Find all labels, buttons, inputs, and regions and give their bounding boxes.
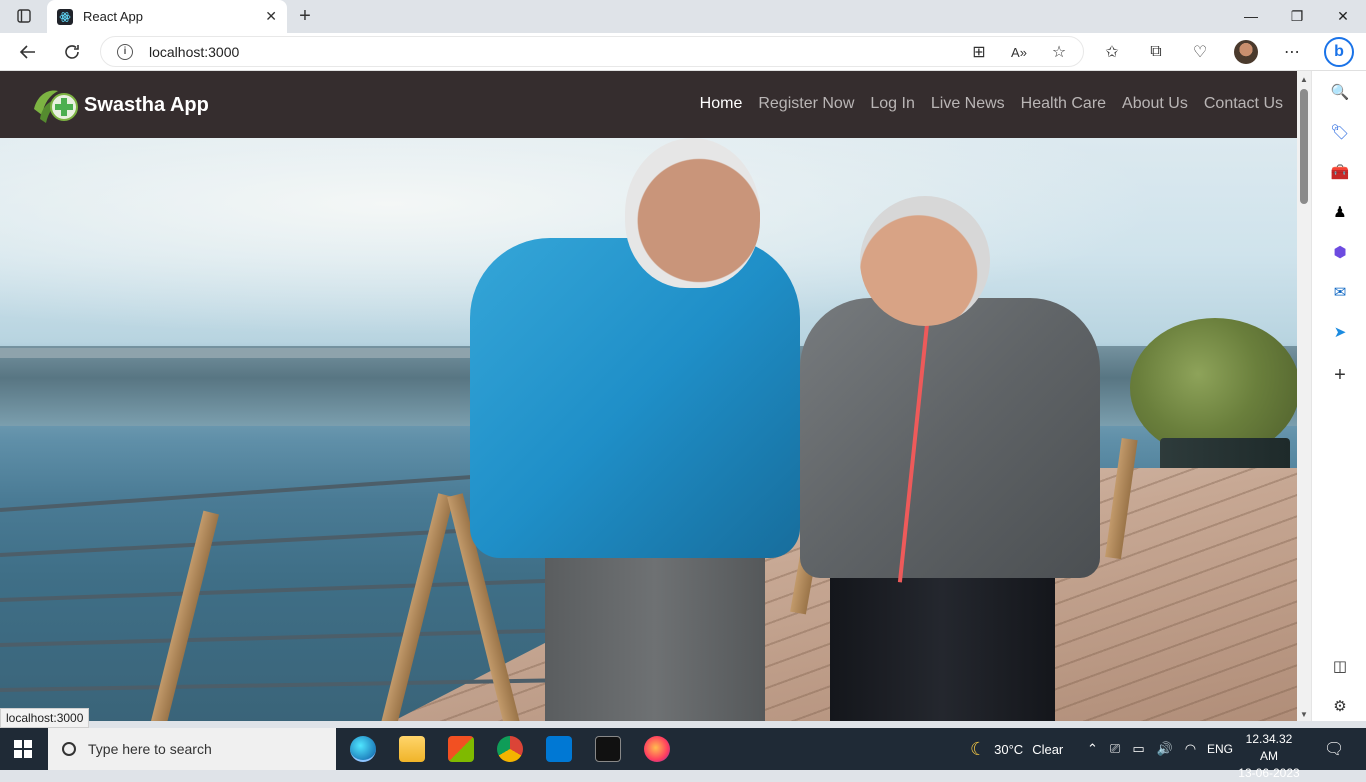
favorites-icon[interactable]: ✩ <box>1101 41 1123 63</box>
brand-name: Swastha App <box>84 93 209 116</box>
restore-icon[interactable]: ❐ <box>1274 4 1320 28</box>
taskbar-search[interactable]: Type here to search <box>48 728 336 770</box>
app-available-icon[interactable]: ⊞ <box>968 41 990 63</box>
vscode-icon[interactable] <box>546 736 572 762</box>
railing-bar <box>0 628 560 647</box>
back-icon[interactable] <box>17 41 39 63</box>
man-trousers <box>545 538 765 721</box>
sidebar-toggle-icon[interactable]: ◫ <box>1329 655 1351 677</box>
weather-temp: 30°C <box>994 741 1024 757</box>
taskbar-clock[interactable]: 12.34.32 AM 13-06-2023 <box>1238 731 1300 782</box>
browser-tab[interactable]: React App ✕ <box>47 0 287 33</box>
edge-app-icon[interactable] <box>350 736 376 762</box>
language-indicator[interactable]: ENG <box>1207 728 1233 770</box>
nav-register-now[interactable]: Register Now <box>758 95 854 113</box>
scroll-down-icon[interactable]: ▼ <box>1300 710 1308 719</box>
settings-gear-icon[interactable]: ⚙ <box>1329 695 1351 717</box>
refresh-icon[interactable] <box>61 41 83 63</box>
hero-image <box>0 138 1297 721</box>
nav-log-in[interactable]: Log In <box>870 95 914 113</box>
status-bar-url: localhost:3000 <box>0 708 90 728</box>
nav-contact-us[interactable]: Contact Us <box>1204 95 1283 113</box>
collections-icon[interactable]: ⧉ <box>1145 41 1167 63</box>
terminal-icon[interactable] <box>595 736 621 762</box>
taskbar-search-placeholder: Type here to search <box>88 741 212 757</box>
distant-bridge <box>0 348 520 358</box>
notifications-icon[interactable]: 🗨 <box>1324 728 1344 770</box>
minimize-icon[interactable]: — <box>1228 4 1274 28</box>
weather-widget[interactable]: ☾ 30°C Clear <box>970 728 1063 770</box>
moon-icon: ☾ <box>970 738 987 759</box>
woman-leggings <box>830 568 1055 721</box>
scroll-up-icon[interactable]: ▲ <box>1300 75 1308 84</box>
potted-plant <box>1130 318 1297 458</box>
tab-actions-icon[interactable] <box>13 5 35 27</box>
react-icon <box>57 8 73 25</box>
more-options-icon[interactable]: ⋯ <box>1281 41 1303 63</box>
add-icon[interactable]: + <box>1329 364 1351 386</box>
outlook-icon[interactable]: ✉ <box>1329 281 1351 303</box>
health-cross-logo-icon <box>32 85 80 125</box>
profile-avatar[interactable] <box>1234 40 1258 64</box>
chevron-up-icon[interactable]: ⌃ <box>1087 741 1098 757</box>
close-tab-icon[interactable]: ✕ <box>265 8 277 25</box>
browser-tab-bar: React App ✕ + — ❐ ✕ <box>0 0 1366 33</box>
scrollbar-thumb[interactable] <box>1300 89 1308 204</box>
store-icon[interactable] <box>448 736 474 762</box>
url-text: localhost:3000 <box>149 43 240 60</box>
office-icon[interactable]: ⬢ <box>1329 241 1351 263</box>
tools-icon[interactable]: 🧰 <box>1329 161 1351 183</box>
favorite-star-icon[interactable]: ☆ <box>1048 41 1070 63</box>
man-head <box>625 138 760 288</box>
games-icon[interactable]: ♟ <box>1329 201 1351 223</box>
railing-post <box>150 510 219 721</box>
tab-title: React App <box>83 9 143 24</box>
nav-home[interactable]: Home <box>700 95 743 113</box>
nav-about-us[interactable]: About Us <box>1122 95 1188 113</box>
nav-health-care[interactable]: Health Care <box>1021 95 1106 113</box>
new-tab-icon[interactable]: + <box>294 5 316 27</box>
wifi-icon[interactable]: ◠ <box>1185 741 1196 757</box>
edge-sidebar: 🔍 🏷 🧰 ♟ ⬢ ✉ ➤ + ◫ ⚙ <box>1311 71 1366 721</box>
search-icon <box>62 742 76 756</box>
clock-date: 13-06-2023 <box>1238 766 1300 780</box>
weather-text: Clear <box>1032 741 1064 757</box>
windows-start-icon[interactable] <box>14 740 32 758</box>
volume-icon[interactable]: 🔊 <box>1157 741 1173 757</box>
page-scrollbar[interactable]: ▲ ▼ <box>1297 71 1311 721</box>
main-nav: Home Register Now Log In Live News Healt… <box>700 95 1283 113</box>
windows-taskbar: Type here to search ☾ 30°C Clear ⌃ ⎚ ▭ 🔊… <box>0 728 1366 780</box>
close-window-icon[interactable]: ✕ <box>1320 4 1366 28</box>
nav-live-news[interactable]: Live News <box>931 95 1005 113</box>
brand[interactable]: Swastha App <box>32 85 209 125</box>
meet-now-icon[interactable]: ⎚ <box>1110 741 1120 757</box>
read-aloud-icon[interactable]: A» <box>1008 41 1030 63</box>
chrome-icon[interactable] <box>497 736 523 762</box>
send-icon[interactable]: ➤ <box>1329 321 1351 343</box>
bing-copilot-icon[interactable]: b <box>1324 37 1354 67</box>
shopping-tag-icon[interactable]: 🏷 <box>1329 121 1351 143</box>
woman-grey-jacket <box>800 298 1100 578</box>
clock-time: 12.34.32 AM <box>1245 732 1293 763</box>
browser-toolbar: i localhost:3000 ⊞ A» ☆ ✩ ⧉ ♡ ⋯ b <box>0 33 1366 71</box>
file-explorer-icon[interactable] <box>399 736 425 762</box>
system-tray: ⌃ ⎚ ▭ 🔊 ◠ <box>1087 728 1196 770</box>
railing-post <box>380 493 454 721</box>
firefox-icon[interactable] <box>644 736 670 762</box>
man-blue-jacket <box>470 238 800 558</box>
app-navbar: Swastha App Home Register Now Log In Liv… <box>0 71 1297 138</box>
site-info-icon[interactable]: i <box>117 43 133 60</box>
battery-icon[interactable]: ▭ <box>1132 741 1144 757</box>
woman-head <box>860 196 990 326</box>
search-icon[interactable]: 🔍 <box>1329 81 1351 103</box>
performance-icon[interactable]: ♡ <box>1189 41 1211 63</box>
web-page: Swastha App Home Register Now Log In Liv… <box>0 71 1297 721</box>
address-bar[interactable]: i localhost:3000 <box>100 36 1084 67</box>
